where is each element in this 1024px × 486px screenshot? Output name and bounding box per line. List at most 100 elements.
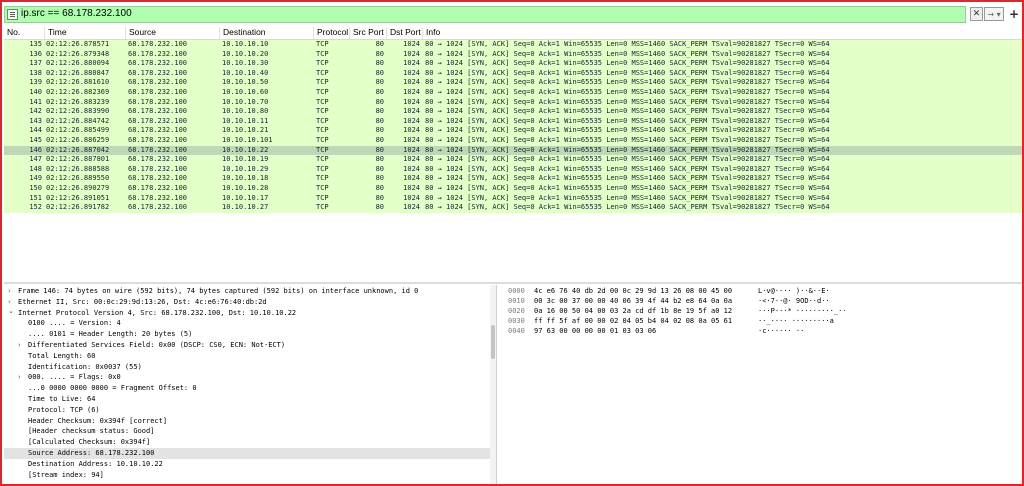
- add-filter-button[interactable]: +: [1008, 7, 1020, 21]
- display-filter-input[interactable]: ip.src == 68.178.232.100: [4, 6, 966, 23]
- detail-tree-item[interactable]: Time to Live: 64: [4, 394, 494, 405]
- collapse-arrow-icon[interactable]: ›: [18, 372, 26, 383]
- packet-cell-proto: TCP: [316, 59, 329, 68]
- column-header-protocol[interactable]: Protocol: [317, 27, 348, 39]
- detail-tree-text: Protocol: TCP (6): [28, 405, 100, 414]
- packet-row[interactable]: 139 02:12:26.881610 68.178.232.100 10.10.10…: [4, 78, 1022, 88]
- detail-tree-item[interactable]: Destination Address: 10.10.10.22: [4, 459, 494, 470]
- packet-cell-dst: 10.10.10.40: [222, 68, 269, 77]
- hex-dump-line[interactable]: 0030 ff ff 5f af 00 00 02 04 05 b4 04 02 …: [502, 317, 1020, 326]
- packet-row[interactable]: 144 02:12:26.885499 68.178.232.100 10.10.10…: [4, 126, 1022, 136]
- detail-tree-item[interactable]: [Calculated Checksum: 0x394f]: [4, 437, 494, 448]
- packet-row[interactable]: 136 02:12:26.879348 68.178.232.100 10.10.10…: [4, 49, 1022, 60]
- packet-row[interactable]: 137 02:12:26.880094 68.178.232.100 10.10.10…: [4, 59, 1022, 69]
- packet-cell-dport: 1024: [403, 87, 420, 96]
- packet-cell-sport: 80: [375, 193, 384, 202]
- packet-cell-sport: 80: [375, 87, 384, 96]
- collapse-arrow-icon[interactable]: ›: [8, 286, 16, 297]
- detail-tree-item[interactable]: 0100 .... = Version: 4: [4, 318, 494, 329]
- hex-dump-ascii: ·c······ ··: [758, 327, 805, 335]
- packet-cell-dport: 1024: [403, 135, 420, 144]
- packet-row[interactable]: 152 02:12:26.891782 68.178.232.100 10.10.10…: [4, 203, 1022, 213]
- detail-tree-text: Source Address: 68.178.232.100: [28, 449, 155, 457]
- detail-tree-item[interactable]: Protocol: TCP (6): [4, 405, 494, 416]
- packet-row[interactable]: 145 02:12:26.886259 68.178.232.100 10.10.10…: [4, 135, 1022, 146]
- hex-dump-line[interactable]: 0020 0a 16 00 50 04 00 03 2a cd df 1b 8e …: [502, 307, 1020, 316]
- hex-dump-line[interactable]: 0010 00 3c 00 37 00 00 40 06 39 4f 44 b2 …: [502, 297, 1020, 306]
- detail-tree-item[interactable]: › Differentiated Services Field: 0x00 (DS…: [4, 340, 494, 351]
- detail-tree-item[interactable]: ...0 0000 0000 0000 = Fragment Offset: 0: [4, 383, 494, 394]
- packet-cell-time: 02:12:26.889550: [46, 174, 110, 183]
- packet-cell-dst: 10.10.10.27: [222, 203, 269, 212]
- bookmark-icon[interactable]: [7, 9, 18, 20]
- packet-cell-src: 68.178.232.100: [128, 40, 188, 48]
- pane-splitter[interactable]: [4, 282, 1022, 284]
- packet-cell-proto: TCP: [316, 116, 329, 125]
- packet-cell-src: 68.178.232.100: [128, 183, 188, 192]
- detail-tree-item[interactable]: Total Length: 60: [4, 351, 494, 362]
- packet-row[interactable]: 142 02:12:26.883990 68.178.232.100 10.10.10…: [4, 107, 1022, 117]
- detail-tree-item[interactable]: › Ethernet II, Src: 00:0c:29:9d:13:26, Ds…: [4, 297, 494, 308]
- packet-cell-sport: 80: [375, 40, 384, 48]
- column-header-src-port[interactable]: Src Port: [353, 27, 384, 39]
- packet-cell-info: 80 → 1024 [SYN, ACK] Seq=0 Ack=1 Win=655…: [425, 193, 830, 202]
- detail-tree-item[interactable]: ⌄ Internet Protocol Version 4, Src: 68.17…: [4, 306, 494, 319]
- packet-row[interactable]: 141 02:12:26.883239 68.178.232.100 10.10.10…: [4, 97, 1022, 108]
- column-header-time[interactable]: Time: [48, 27, 67, 39]
- packet-bytes-pane: 0000 4c e6 76 40 db 2d 00 0c 29 9d 13 26 …: [502, 285, 1022, 484]
- column-header-no[interactable]: No.: [7, 27, 20, 39]
- wireshark-window: ip.src == 68.178.232.100 ✕ → ▾ + No. Tim…: [0, 0, 1024, 486]
- expand-arrow-icon[interactable]: ⌄: [8, 306, 16, 317]
- packet-cell-sport: 80: [375, 107, 384, 116]
- detail-tree-text: Time to Live: 64: [28, 395, 96, 403]
- packet-cell-proto: TCP: [316, 97, 329, 106]
- packet-cell-time: 02:12:26.878571: [46, 40, 110, 48]
- detail-tree-item[interactable]: Identification: 0x0037 (55): [4, 362, 494, 373]
- detail-tree-item[interactable]: › 000. .... = Flags: 0x0: [4, 372, 494, 383]
- packet-cell-no: 135: [29, 40, 42, 48]
- packet-row[interactable]: 138 02:12:26.880847 68.178.232.100 10.10.10…: [4, 68, 1022, 79]
- hex-dump-hex: 00 3c 00 37 00 00 40 06 39 4f 44 b2 e8 6…: [534, 297, 733, 305]
- packet-cell-time: 02:12:26.887801: [46, 155, 110, 164]
- packet-cell-proto: TCP: [316, 68, 329, 77]
- packet-row[interactable]: 135 02:12:26.878571 68.178.232.100 10.10.10…: [4, 40, 1022, 50]
- packet-row[interactable]: 149 02:12:26.889550 68.178.232.100 10.10.10…: [4, 174, 1022, 184]
- detail-tree-text: Total Length: 60: [28, 351, 96, 360]
- details-scrollbar-thumb[interactable]: [491, 325, 495, 359]
- column-header-info[interactable]: Info: [426, 27, 440, 39]
- detail-tree-item[interactable]: .... 0101 = Header Length: 20 bytes (5): [4, 329, 494, 340]
- apply-filter-button[interactable]: → ▾: [984, 7, 1004, 21]
- packet-row[interactable]: 147 02:12:26.887801 68.178.232.100 10.10.10…: [4, 155, 1022, 165]
- packet-cell-dst: 10.10.10.22: [222, 145, 269, 154]
- hex-dump-line[interactable]: 0000 4c e6 76 40 db 2d 00 0c 29 9d 13 26 …: [502, 287, 1020, 296]
- packet-cell-sport: 80: [375, 183, 384, 192]
- hex-dump-line[interactable]: 0040 97 63 00 00 00 00 01 03 03 06 ·c·····…: [502, 327, 1020, 336]
- packet-cell-dport: 1024: [403, 174, 420, 183]
- packet-row[interactable]: 143 02:12:26.884742 68.178.232.100 10.10.10…: [4, 116, 1022, 127]
- clear-filter-icon[interactable]: ✕: [970, 7, 983, 21]
- packet-row[interactable]: 146 02:12:26.887042 68.178.232.100 10.10.10…: [4, 145, 1022, 156]
- packet-cell-info: 80 → 1024 [SYN, ACK] Seq=0 Ack=1 Win=655…: [425, 145, 830, 154]
- detail-tree-item[interactable]: Header Checksum: 0x394f [correct]: [4, 416, 494, 427]
- detail-tree-item[interactable]: Source Address: 68.178.232.100: [4, 448, 494, 459]
- packet-row[interactable]: 151 02:12:26.891051 68.178.232.100 10.10.10…: [4, 193, 1022, 204]
- details-scrollbar[interactable]: [490, 285, 496, 484]
- packet-cell-no: 152: [29, 203, 42, 212]
- column-header-dst-port[interactable]: Dst Port: [390, 27, 421, 39]
- packet-cell-src: 68.178.232.100: [128, 68, 188, 77]
- packet-cell-dst: 10.10.10.28: [222, 183, 269, 192]
- detail-tree-item[interactable]: [Header checksum status: Good]: [4, 426, 494, 437]
- detail-tree-item[interactable]: › Frame 146: 74 bytes on wire (592 bits),…: [4, 286, 494, 297]
- packet-cell-time: 02:12:26.880094: [46, 59, 110, 68]
- filter-expression[interactable]: ip.src == 68.178.232.100: [21, 8, 132, 19]
- packet-cell-no: 136: [29, 49, 42, 58]
- collapse-arrow-icon[interactable]: ›: [18, 340, 26, 351]
- packet-row[interactable]: 140 02:12:26.882369 68.178.232.100 10.10.10…: [4, 87, 1022, 98]
- packet-row[interactable]: 150 02:12:26.890279 68.178.232.100 10.10.10…: [4, 183, 1022, 194]
- packet-cell-no: 150: [29, 183, 42, 192]
- column-header-source[interactable]: Source: [129, 27, 156, 39]
- column-header-destination[interactable]: Destination: [223, 27, 266, 39]
- detail-tree-item[interactable]: [Stream index: 94]: [4, 470, 494, 481]
- packet-cell-dport: 1024: [403, 126, 420, 135]
- packet-row[interactable]: 148 02:12:26.888588 68.178.232.100 10.10.10…: [4, 164, 1022, 175]
